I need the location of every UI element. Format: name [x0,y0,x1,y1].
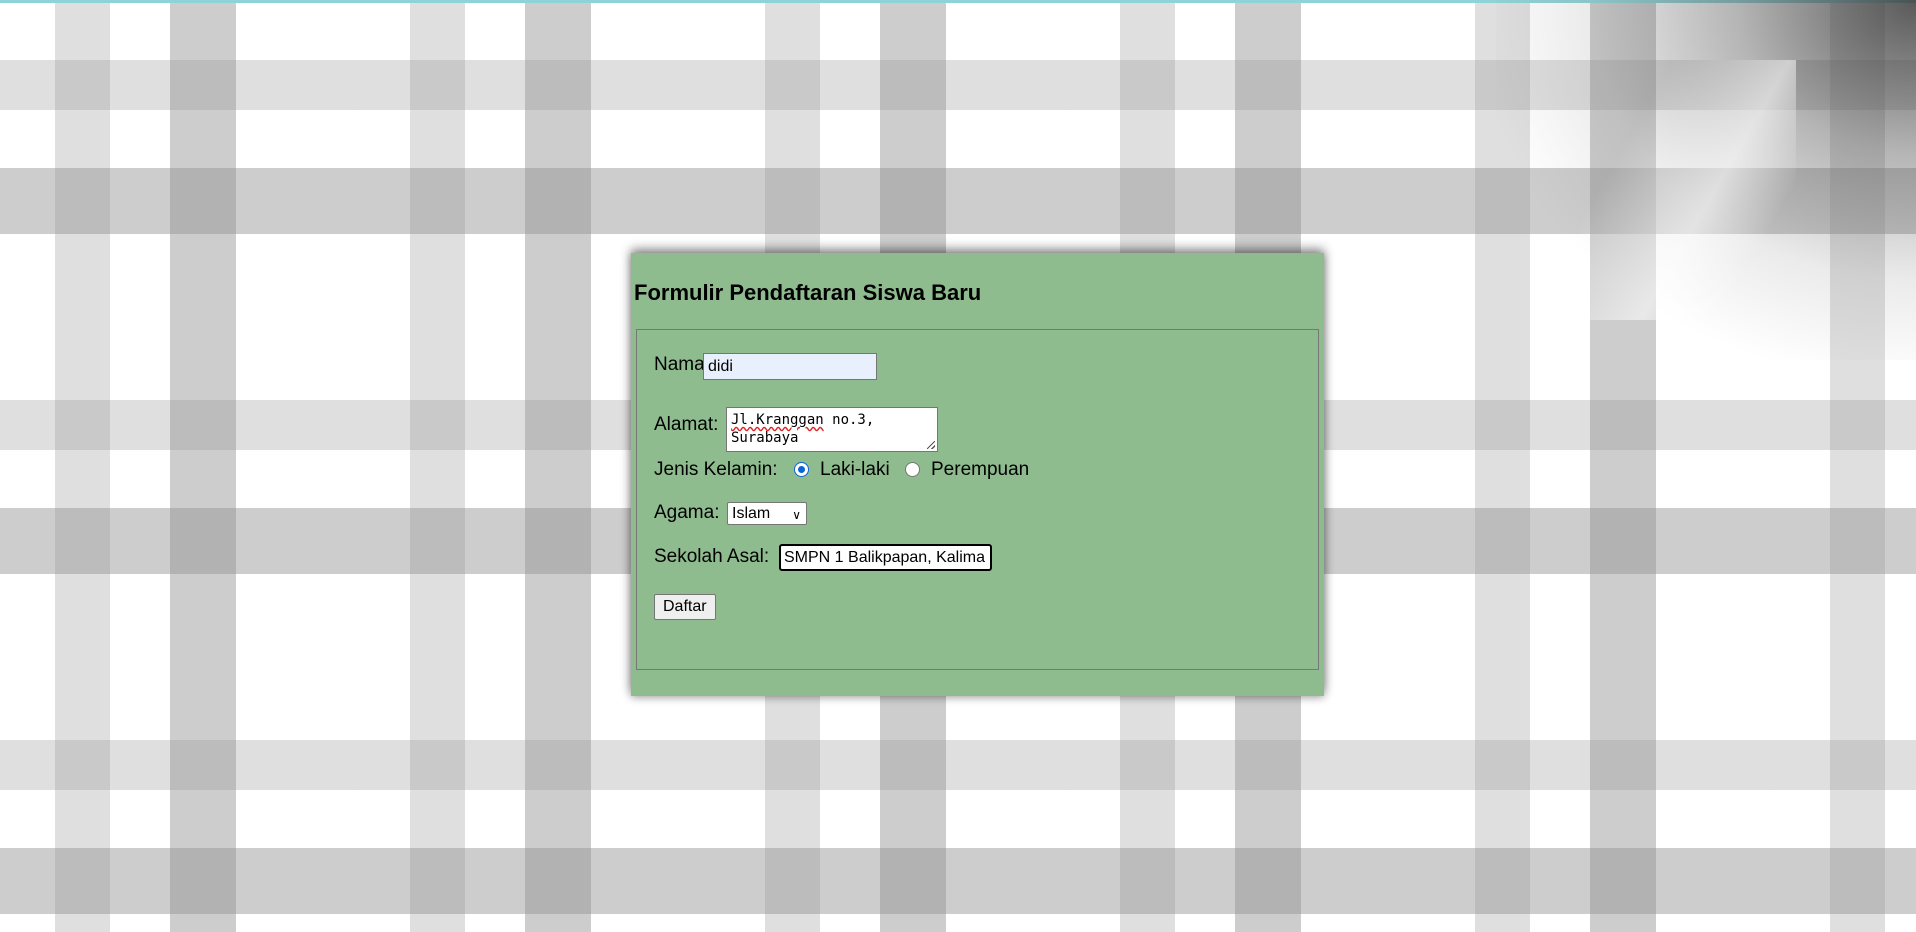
alamat-textarea[interactable]: Jl.Kranggan no.3, Surabaya [726,407,938,452]
radio-laki-laki[interactable] [794,462,809,477]
nama-label: Nama: [654,354,710,375]
textarea-resize-grip[interactable] [927,441,935,449]
form-fieldset: Nama: didi Alamat: Jl.Kranggan no.3, Sur… [636,329,1319,670]
sekolah-asal-input[interactable]: SMPN 1 Balikpapan, Kalima [779,544,992,571]
registration-form-card: Formulir Pendaftaran Siswa Baru Nama: di… [631,253,1324,696]
chevron-down-icon: ∨ [792,508,801,522]
agama-label: Agama: [654,502,720,523]
form-title: Formulir Pendaftaran Siswa Baru [634,280,982,305]
daftar-button[interactable]: Daftar [654,594,716,620]
sekolah-asal-label: Sekolah Asal: [654,546,770,567]
radio-perempuan-label: Perempuan [931,459,1030,480]
nama-input[interactable]: didi [703,353,877,380]
alamat-line1-rest: no.3, [823,412,875,428]
top-border-line [0,0,1916,3]
alamat-label: Alamat: [654,414,719,435]
alamat-line2: Surabaya [731,430,799,446]
jenis-kelamin-label: Jenis Kelamin: [654,459,778,480]
agama-selected-value: Islam [732,505,771,522]
radio-perempuan[interactable] [905,462,920,477]
radio-laki-laki-label: Laki-laki [820,459,890,480]
background-corner-shadow [1496,0,1916,360]
agama-select[interactable]: Islam ∨ [727,502,807,525]
background-page-curl [1556,60,1796,320]
alamat-spellcheck-word: Jl.Kranggan [731,412,824,428]
